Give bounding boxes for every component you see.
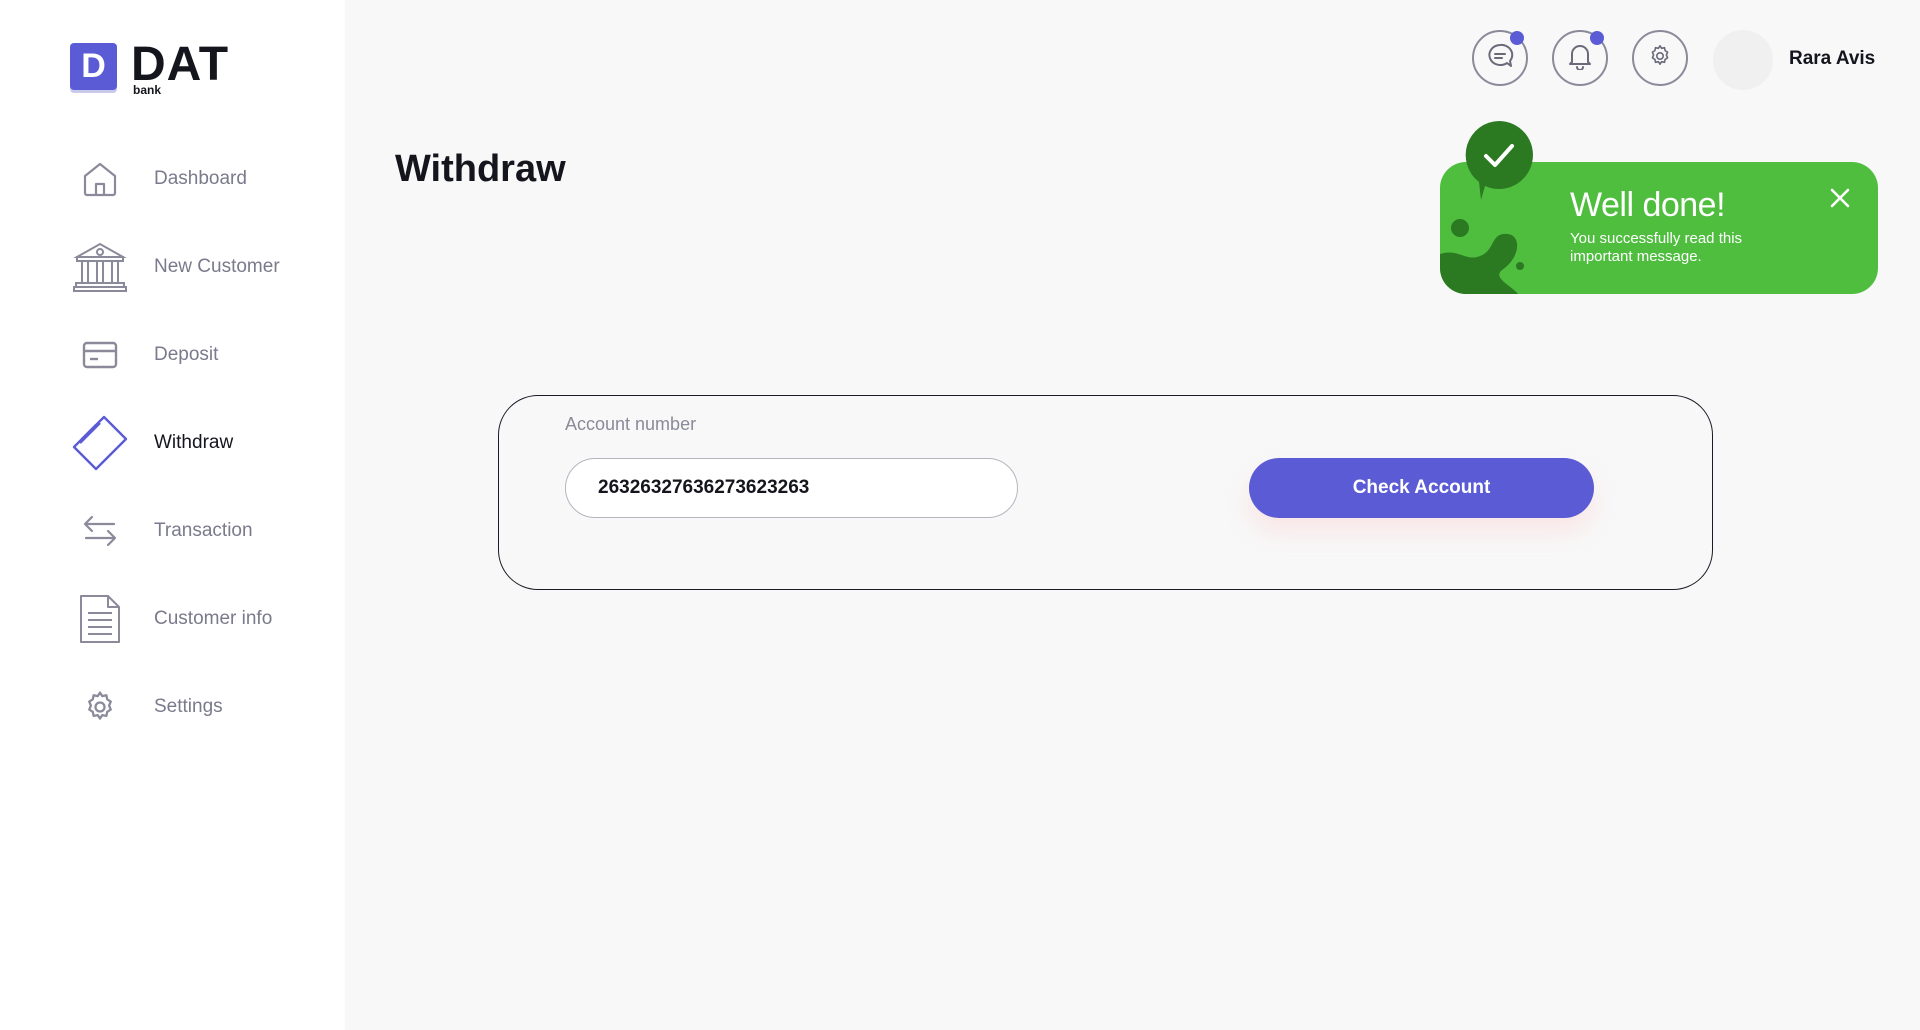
sidebar-item-deposit[interactable]: Deposit	[0, 320, 345, 390]
check-account-button[interactable]: Check Account	[1249, 458, 1594, 518]
avatar[interactable]	[1713, 30, 1773, 90]
sidebar-item-settings[interactable]: Settings	[0, 672, 345, 742]
withdraw-card-icon	[70, 413, 130, 473]
sidebar-item-customer-info[interactable]: Customer info	[0, 584, 345, 654]
logo[interactable]: D DAT bank	[70, 38, 230, 98]
account-number-label: Account number	[565, 414, 697, 434]
sidebar-item-label: Customer info	[154, 608, 273, 629]
logo-sub: bank	[133, 83, 162, 97]
success-toast: Well done! You successfully read this im…	[1440, 121, 1878, 294]
card-icon	[70, 325, 130, 385]
sidebar-item-dashboard[interactable]: Dashboard	[0, 144, 345, 214]
sidebar-item-label: Withdraw	[154, 432, 234, 453]
sidebar-item-label: Dashboard	[154, 168, 247, 189]
user-name[interactable]: Rara Avis	[1789, 48, 1875, 70]
logo-badge: D	[70, 43, 117, 90]
logo-name: DAT	[131, 38, 230, 91]
transfer-arrows-icon	[70, 501, 130, 561]
notifications-button[interactable]	[1552, 30, 1608, 86]
check-icon	[1464, 120, 1534, 200]
bank-icon	[70, 237, 130, 297]
toast-title: Well done!	[1570, 186, 1726, 224]
sidebar-item-new-customer[interactable]: New Customer	[0, 232, 345, 302]
sidebar-item-label: New Customer	[154, 256, 280, 277]
settings-button[interactable]	[1632, 30, 1688, 86]
sidebar-item-label: Settings	[154, 696, 223, 717]
sidebar: D DAT bank Dashboard New Customer Deposi…	[0, 0, 345, 1030]
account-number-input[interactable]	[565, 458, 1018, 518]
notification-dot	[1510, 31, 1524, 45]
close-icon[interactable]	[1828, 186, 1852, 210]
gear-icon	[1648, 44, 1672, 73]
sidebar-item-label: Deposit	[154, 344, 219, 365]
notification-dot	[1590, 31, 1604, 45]
sidebar-item-withdraw[interactable]: Withdraw	[0, 408, 345, 478]
document-icon	[70, 589, 130, 649]
chat-icon	[1486, 42, 1514, 75]
messages-button[interactable]	[1472, 30, 1528, 86]
logo-text: DAT bank	[131, 38, 230, 98]
bell-icon	[1567, 42, 1593, 75]
account-check-card: Account number Check Account	[498, 395, 1713, 590]
gear-icon	[70, 677, 130, 737]
sidebar-item-transaction[interactable]: Transaction	[0, 496, 345, 566]
sidebar-item-label: Transaction	[154, 520, 253, 541]
home-icon	[70, 149, 130, 209]
toast-message: You successfully read this important mes…	[1570, 230, 1743, 265]
page-title: Withdraw	[395, 148, 566, 190]
